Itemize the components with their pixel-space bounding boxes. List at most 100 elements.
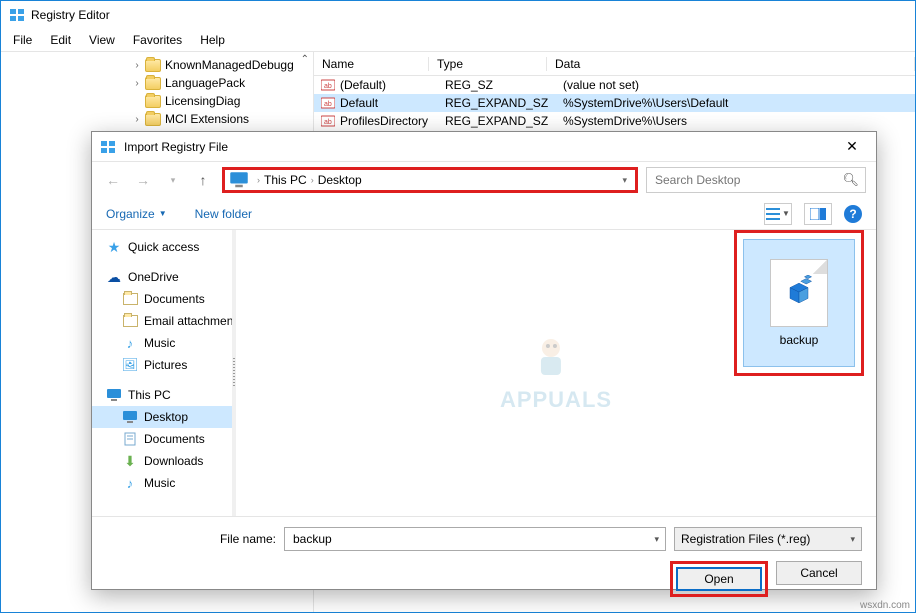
documents-icon bbox=[122, 431, 138, 447]
forward-button[interactable]: → bbox=[132, 169, 154, 191]
filename-input[interactable] bbox=[291, 531, 654, 547]
menu-file[interactable]: File bbox=[5, 31, 40, 49]
music-icon: ♪ bbox=[122, 335, 138, 351]
reg-string-icon: ab bbox=[320, 77, 336, 93]
search-box[interactable]: 🔍︎ bbox=[646, 167, 866, 193]
list-row[interactable]: ab (Default) REG_SZ (value not set) bbox=[314, 76, 915, 94]
nav-label: Documents bbox=[144, 292, 205, 306]
col-name[interactable]: Name bbox=[314, 57, 429, 71]
tree-item[interactable]: LicensingDiag bbox=[1, 92, 313, 110]
cell-data: %SystemDrive%\Users\Default bbox=[563, 96, 915, 110]
tree-item[interactable]: ›KnownManagedDebugg bbox=[1, 56, 313, 74]
chevron-down-icon[interactable]: ▾ bbox=[654, 534, 659, 545]
chevron-right-icon[interactable]: › bbox=[257, 175, 260, 185]
nav-label: Documents bbox=[144, 432, 205, 446]
preview-pane-button[interactable] bbox=[804, 203, 832, 225]
organize-button[interactable]: Organize ▼ bbox=[106, 207, 167, 221]
menu-favorites[interactable]: Favorites bbox=[125, 31, 190, 49]
nav-this-pc[interactable]: This PC bbox=[92, 384, 232, 406]
expand-icon[interactable]: › bbox=[131, 78, 143, 89]
reg-file-icon bbox=[770, 259, 828, 327]
folder-icon bbox=[122, 313, 138, 329]
watermark: APPUALS bbox=[500, 333, 612, 413]
view-options-button[interactable]: ▼ bbox=[764, 203, 792, 225]
nav-label: Email attachmen bbox=[144, 314, 232, 328]
breadcrumb-thispc[interactable]: This PC bbox=[264, 173, 307, 187]
folder-icon bbox=[145, 59, 161, 72]
regedit-title: Registry Editor bbox=[31, 8, 110, 22]
cancel-button[interactable]: Cancel bbox=[776, 561, 862, 585]
recent-locations-dropdown[interactable]: ▾ bbox=[162, 169, 184, 191]
tree-label: MCI Extensions bbox=[165, 112, 249, 126]
chevron-down-icon: ▼ bbox=[159, 209, 167, 218]
breadcrumb-dropdown-icon[interactable]: ▾ bbox=[622, 175, 627, 186]
folder-icon bbox=[145, 77, 161, 90]
open-button-highlight: Open bbox=[670, 561, 768, 597]
folder-icon bbox=[145, 113, 161, 126]
desktop-icon bbox=[122, 409, 138, 425]
download-icon: ⬇ bbox=[122, 453, 138, 469]
tree-item[interactable]: › MCI Extensions bbox=[1, 110, 313, 128]
chevron-down-icon[interactable]: ▾ bbox=[850, 534, 855, 545]
tree-label: LanguagePack bbox=[165, 76, 245, 90]
watermark-brand: APPUALS bbox=[500, 387, 612, 413]
navigation-pane[interactable]: ★Quick access ☁ OneDrive Documents Email … bbox=[92, 230, 232, 516]
list-row[interactable]: ab ProfilesDirectory REG_EXPAND_SZ %Syst… bbox=[314, 112, 915, 130]
nav-onedrive[interactable]: ☁ OneDrive bbox=[92, 266, 232, 288]
nav-label: This PC bbox=[128, 388, 171, 402]
dialog-toolbar: Organize ▼ New folder ▼ ? bbox=[92, 198, 876, 230]
col-type[interactable]: Type bbox=[429, 57, 547, 71]
nav-documents-pc[interactable]: Documents bbox=[92, 428, 232, 450]
filename-label: File name: bbox=[106, 532, 276, 546]
svg-text:ab: ab bbox=[324, 101, 332, 108]
tree-scroll-up-icon[interactable]: ⌃ bbox=[301, 54, 309, 65]
tree-item[interactable]: › LanguagePack bbox=[1, 74, 313, 92]
nav-music[interactable]: ♪Music bbox=[92, 332, 232, 354]
file-name-label: backup bbox=[780, 333, 819, 347]
new-folder-button[interactable]: New folder bbox=[195, 207, 252, 221]
cell-type: REG_EXPAND_SZ bbox=[445, 96, 563, 110]
nav-label: OneDrive bbox=[128, 270, 179, 284]
menu-edit[interactable]: Edit bbox=[42, 31, 79, 49]
breadcrumb-desktop[interactable]: Desktop bbox=[318, 173, 362, 187]
menu-help[interactable]: Help bbox=[192, 31, 233, 49]
file-list-area[interactable]: APPUALS bbox=[236, 230, 876, 516]
dialog-title: Import Registry File bbox=[124, 140, 832, 154]
breadcrumb-bar[interactable]: › This PC › Desktop ▾ bbox=[222, 167, 638, 193]
regedit-titlebar: Registry Editor bbox=[1, 1, 915, 29]
nav-documents[interactable]: Documents bbox=[92, 288, 232, 310]
up-button[interactable]: ↑ bbox=[192, 169, 214, 191]
expand-icon[interactable]: › bbox=[131, 60, 143, 71]
expand-icon[interactable]: › bbox=[131, 114, 143, 125]
list-row[interactable]: ab Default REG_EXPAND_SZ %SystemDrive%\U… bbox=[314, 94, 915, 112]
filename-combobox[interactable]: ▾ bbox=[284, 527, 666, 551]
chevron-right-icon[interactable]: › bbox=[311, 175, 314, 185]
nav-email-attachments[interactable]: Email attachmen bbox=[92, 310, 232, 332]
back-button[interactable]: ← bbox=[102, 169, 124, 191]
monitor-icon bbox=[106, 387, 122, 403]
nav-quick-access[interactable]: ★Quick access bbox=[92, 236, 232, 258]
file-tile-highlight: backup bbox=[734, 230, 864, 376]
menu-view[interactable]: View bbox=[81, 31, 123, 49]
open-button[interactable]: Open bbox=[676, 567, 762, 591]
search-input[interactable] bbox=[653, 172, 842, 188]
pictures-icon: 🖼︎ bbox=[122, 357, 138, 373]
file-type-filter[interactable]: Registration Files (*.reg) ▾ bbox=[674, 527, 862, 551]
cell-type: REG_SZ bbox=[445, 78, 563, 92]
file-item-backup[interactable]: backup bbox=[743, 239, 855, 367]
svg-text:ab: ab bbox=[324, 119, 332, 126]
regedit-icon bbox=[100, 139, 116, 155]
cloud-icon: ☁ bbox=[106, 269, 122, 285]
nav-downloads[interactable]: ⬇Downloads bbox=[92, 450, 232, 472]
search-icon[interactable]: 🔍︎ bbox=[842, 172, 859, 188]
list-header: Name Type Data bbox=[314, 52, 915, 76]
svg-text:ab: ab bbox=[324, 83, 332, 90]
close-button[interactable]: ✕ bbox=[832, 133, 872, 161]
col-data[interactable]: Data bbox=[547, 57, 915, 71]
nav-desktop[interactable]: Desktop bbox=[92, 406, 232, 428]
nav-pictures[interactable]: 🖼︎Pictures bbox=[92, 354, 232, 376]
folder-icon bbox=[145, 95, 161, 108]
music-icon: ♪ bbox=[122, 475, 138, 491]
help-button[interactable]: ? bbox=[844, 205, 862, 223]
nav-music-pc[interactable]: ♪Music bbox=[92, 472, 232, 494]
